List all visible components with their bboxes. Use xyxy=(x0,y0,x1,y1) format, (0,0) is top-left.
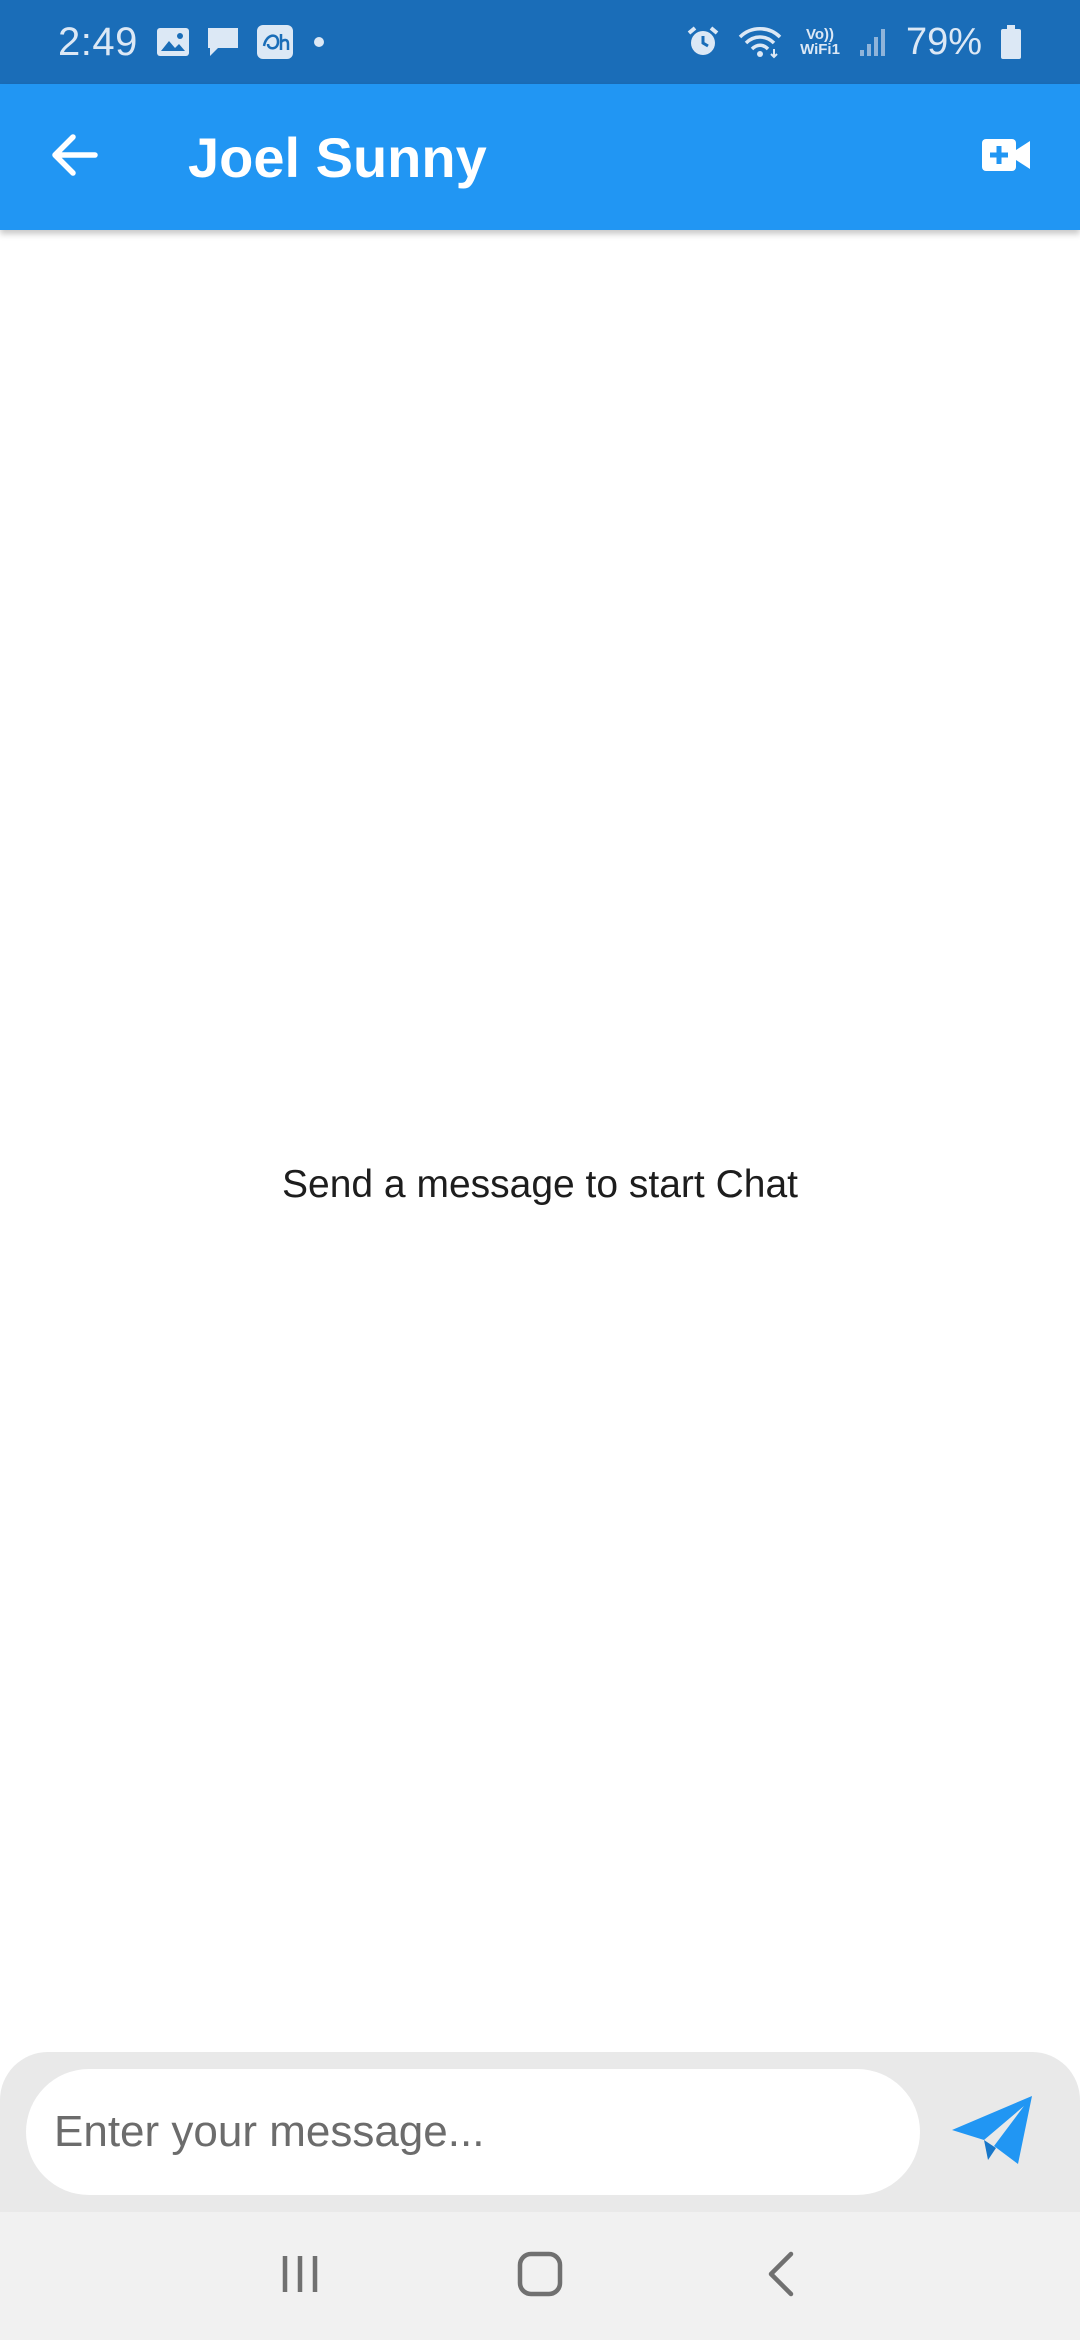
home-icon xyxy=(517,2251,563,2302)
status-bar: 2:49 Vo)) WiFi1 79% xyxy=(0,0,1080,84)
wifi-icon xyxy=(738,25,782,59)
empty-chat-text: Send a message to start Chat xyxy=(282,1163,798,1206)
notification-icons xyxy=(156,24,328,60)
alarm-icon xyxy=(686,25,720,59)
message-list: Send a message to start Chat xyxy=(0,230,1080,2052)
back-button[interactable] xyxy=(38,121,110,193)
message-input[interactable] xyxy=(26,2069,920,2195)
message-icon xyxy=(206,26,240,58)
recents-button[interactable] xyxy=(250,2226,350,2326)
signal-icon xyxy=(858,26,888,58)
nav-back-button[interactable] xyxy=(730,2226,830,2326)
recents-icon xyxy=(279,2254,321,2299)
gallery-icon xyxy=(156,27,190,57)
send-button[interactable] xyxy=(942,2082,1042,2182)
system-status-icons: Vo)) WiFi1 79% xyxy=(686,21,1022,64)
battery-percent: 79% xyxy=(905,20,982,63)
battery-icon xyxy=(1000,24,1022,60)
system-nav-bar xyxy=(0,2212,1080,2340)
app-bar: Joel Sunny xyxy=(0,84,1080,230)
video-call-icon xyxy=(981,138,1031,177)
home-button[interactable] xyxy=(490,2226,590,2326)
video-call-button[interactable] xyxy=(966,117,1046,197)
vowifi-icon: Vo)) WiFi1 xyxy=(800,26,840,58)
message-composer xyxy=(0,2052,1080,2212)
contact-name-title: Joel Sunny xyxy=(188,125,487,189)
dot-icon xyxy=(310,33,328,51)
arrow-back-icon xyxy=(49,133,99,182)
disney-hotstar-icon xyxy=(256,24,294,60)
send-icon xyxy=(950,2094,1034,2171)
back-icon xyxy=(765,2251,795,2302)
status-time: 2:49 xyxy=(58,19,138,64)
chat-screen: 2:49 Vo)) WiFi1 79% Joel Sunny Send a me… xyxy=(0,0,1080,2340)
